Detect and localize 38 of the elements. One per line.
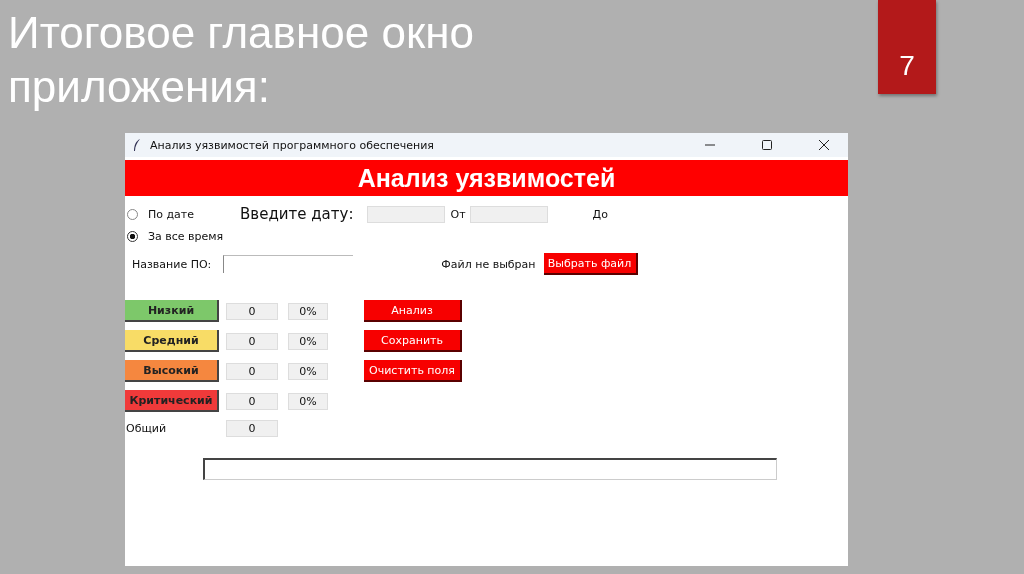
count-field: 0	[226, 419, 278, 437]
header-banner: Анализ уязвимостей	[125, 160, 848, 196]
output-field[interactable]	[203, 458, 777, 480]
percent-field: 0%	[288, 362, 328, 380]
percent-field: 0%	[288, 392, 328, 410]
count-field: 0	[226, 332, 278, 350]
input-field[interactable]	[469, 205, 548, 223]
window-title: Анализ уязвимостей программного обеспечения	[150, 138, 435, 152]
action-button[interactable]: Сохранить	[364, 330, 462, 352]
from-label: От	[450, 207, 466, 221]
choose-file-button[interactable]: Выбрать файл	[543, 253, 638, 275]
date-prompt: Введите дату:	[240, 205, 354, 223]
input-field[interactable]	[223, 255, 354, 273]
input-field[interactable]	[367, 205, 446, 223]
severity-button[interactable]: Низкий	[125, 300, 219, 322]
page-number: 7	[878, 0, 936, 94]
radio-label: За все время	[148, 229, 224, 243]
severity-button[interactable]: Высокий	[125, 360, 219, 382]
severity-button[interactable]: Критический	[125, 390, 219, 412]
count-field: 0	[226, 392, 278, 410]
software-label: Название ПО:	[132, 257, 212, 271]
close-icon	[819, 140, 829, 150]
percent-field: 0%	[288, 332, 328, 350]
file-status: Файл не выбран	[441, 257, 536, 271]
severity-button[interactable]: Средний	[125, 330, 219, 352]
to-label: До	[592, 207, 608, 221]
count-field: 0	[226, 362, 278, 380]
feather-icon	[133, 138, 141, 152]
maximize-icon	[762, 140, 772, 150]
total-label: Общий	[126, 421, 168, 435]
radio-button[interactable]	[127, 208, 138, 220]
action-button[interactable]: Очистить поля	[364, 360, 462, 382]
percent-field: 0%	[288, 302, 328, 320]
action-button[interactable]: Анализ	[364, 300, 462, 322]
radio-label: По дате	[148, 207, 195, 221]
radio-button[interactable]	[127, 230, 138, 242]
slide-title: Итоговое главное окно приложения:	[8, 7, 475, 113]
count-field: 0	[226, 302, 278, 320]
